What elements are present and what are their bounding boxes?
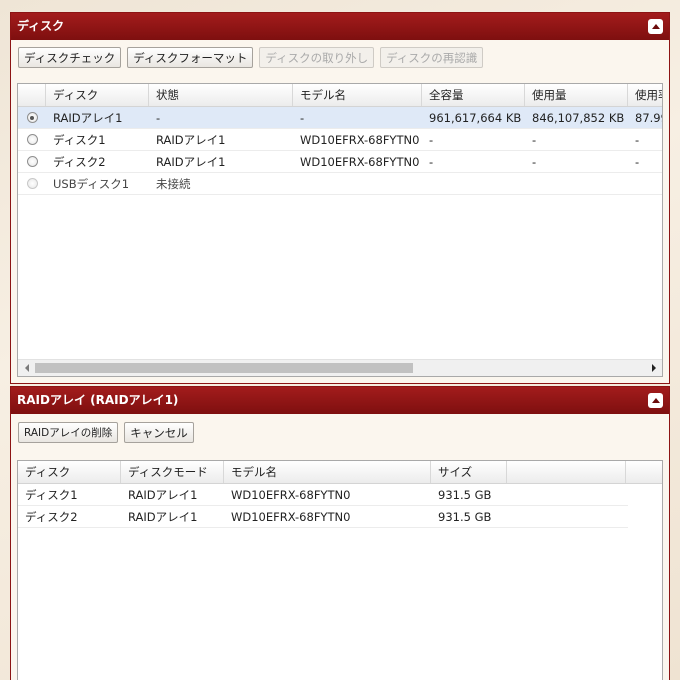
table-row[interactable]: ディスク1 RAIDアレイ1 WD10EFRX-68FYTN0 931.5 GB: [18, 484, 628, 506]
disk-panel: ディスク ディスクチェック ディスクフォーマット ディスクの取り外し ディスクの…: [10, 12, 670, 384]
table-row[interactable]: ディスク2 RAIDアレイ1 WD10EFRX-68FYTN0 - - -: [18, 151, 662, 173]
cell-usage-rate: -: [635, 133, 640, 147]
cell-model: WD10EFRX-68FYTN0: [231, 488, 351, 502]
header-status[interactable]: 状態: [149, 84, 293, 106]
table-row: USBディスク1 未接続: [18, 173, 662, 195]
cell-capacity: [422, 173, 525, 194]
cell-model: -: [300, 111, 305, 125]
raid-panel-header: RAIDアレイ (RAIDアレイ1): [11, 387, 669, 414]
cell-used: -: [532, 155, 537, 169]
cell-disk: RAIDアレイ1: [53, 111, 123, 125]
cell-status: 未接続: [156, 177, 191, 191]
scroll-left-icon[interactable]: [18, 360, 35, 376]
cell-used: [525, 173, 628, 194]
raid-panel: RAIDアレイ (RAIDアレイ1) RAIDアレイの削除 キャンセル ディスク…: [10, 386, 670, 680]
cell-status: -: [156, 111, 161, 125]
cell-disk: ディスク1: [53, 133, 106, 147]
cell-disk: ディスク2: [25, 510, 78, 524]
header-disk[interactable]: ディスク: [18, 461, 121, 483]
cell-capacity: 961,617,664 KB: [429, 111, 522, 125]
delete-raid-button[interactable]: RAIDアレイの削除: [18, 422, 119, 443]
raid-panel-title: RAIDアレイ (RAIDアレイ1): [17, 393, 179, 407]
radio-button[interactable]: [26, 134, 38, 145]
cell-status: RAIDアレイ1: [156, 133, 226, 147]
cell-used: -: [532, 133, 537, 147]
cell-disk: USBディスク1: [53, 177, 130, 191]
cell-disk: ディスク1: [25, 488, 78, 502]
header-capacity[interactable]: 全容量: [422, 84, 525, 106]
disk-panel-title: ディスク: [17, 19, 65, 33]
cell-capacity: -: [429, 155, 434, 169]
header-model[interactable]: モデル名: [293, 84, 422, 106]
disk-table: ディスク 状態 モデル名 全容量 使用量 使用率 RAIDアレイ1 - - 96…: [17, 83, 663, 377]
collapse-up-icon[interactable]: [648, 19, 663, 34]
header-select: [18, 84, 46, 106]
header-model[interactable]: モデル名: [224, 461, 431, 483]
header-disk-mode[interactable]: ディスクモード: [121, 461, 224, 483]
disk-panel-header: ディスク: [11, 13, 669, 40]
cell-capacity: -: [429, 133, 434, 147]
cell-disk-mode: RAIDアレイ1: [128, 488, 198, 502]
cell-disk: ディスク2: [53, 155, 106, 169]
cell-model: [293, 173, 422, 194]
header-used[interactable]: 使用量: [525, 84, 628, 106]
table-row[interactable]: ディスク1 RAIDアレイ1 WD10EFRX-68FYTN0 - - -: [18, 129, 662, 151]
cell-model: WD10EFRX-68FYTN0: [231, 510, 351, 524]
radio-button[interactable]: [26, 156, 38, 167]
table-row[interactable]: ディスク2 RAIDアレイ1 WD10EFRX-68FYTN0 931.5 GB: [18, 506, 628, 528]
cell-status: RAIDアレイ1: [156, 155, 226, 169]
header-disk[interactable]: ディスク: [46, 84, 149, 106]
cell-model: WD10EFRX-68FYTN0: [300, 155, 420, 169]
radio-button: [26, 178, 38, 189]
raid-toolbar: RAIDアレイの削除 キャンセル: [11, 414, 669, 446]
radio-button[interactable]: [26, 112, 38, 123]
disk-remove-button[interactable]: ディスクの取り外し: [259, 47, 375, 68]
cell-disk-mode: RAIDアレイ1: [128, 510, 198, 524]
cell-usage-rate: 87.99: [635, 111, 662, 125]
disk-check-button[interactable]: ディスクチェック: [18, 47, 122, 68]
header-size[interactable]: サイズ: [431, 461, 507, 483]
disk-format-button[interactable]: ディスクフォーマット: [127, 47, 254, 68]
cell-size: 931.5 GB: [438, 488, 492, 502]
cell-model: WD10EFRX-68FYTN0: [300, 133, 420, 147]
disk-table-header: ディスク 状態 モデル名 全容量 使用量 使用率: [18, 84, 662, 107]
disk-toolbar: ディスクチェック ディスクフォーマット ディスクの取り外し ディスクの再認識: [11, 40, 669, 72]
raid-table-header: ディスク ディスクモード モデル名 サイズ: [18, 461, 662, 484]
cell-usage-rate: [628, 173, 662, 194]
horizontal-scrollbar[interactable]: [18, 359, 662, 376]
header-blank: [507, 461, 626, 483]
cancel-button[interactable]: キャンセル: [124, 422, 194, 443]
cell-size: 931.5 GB: [438, 510, 492, 524]
scroll-right-icon[interactable]: [645, 360, 662, 376]
table-row[interactable]: RAIDアレイ1 - - 961,617,664 KB 846,107,852 …: [18, 107, 662, 129]
cell-used: 846,107,852 KB: [532, 111, 625, 125]
disk-rescan-button[interactable]: ディスクの再認識: [380, 47, 484, 68]
raid-disk-table: ディスク ディスクモード モデル名 サイズ ディスク1 RAIDアレイ1 WD1…: [17, 460, 663, 680]
collapse-up-icon[interactable]: [648, 393, 663, 408]
header-usage-rate[interactable]: 使用率: [628, 84, 662, 106]
scrollbar-thumb[interactable]: [35, 363, 413, 373]
cell-usage-rate: -: [635, 155, 640, 169]
